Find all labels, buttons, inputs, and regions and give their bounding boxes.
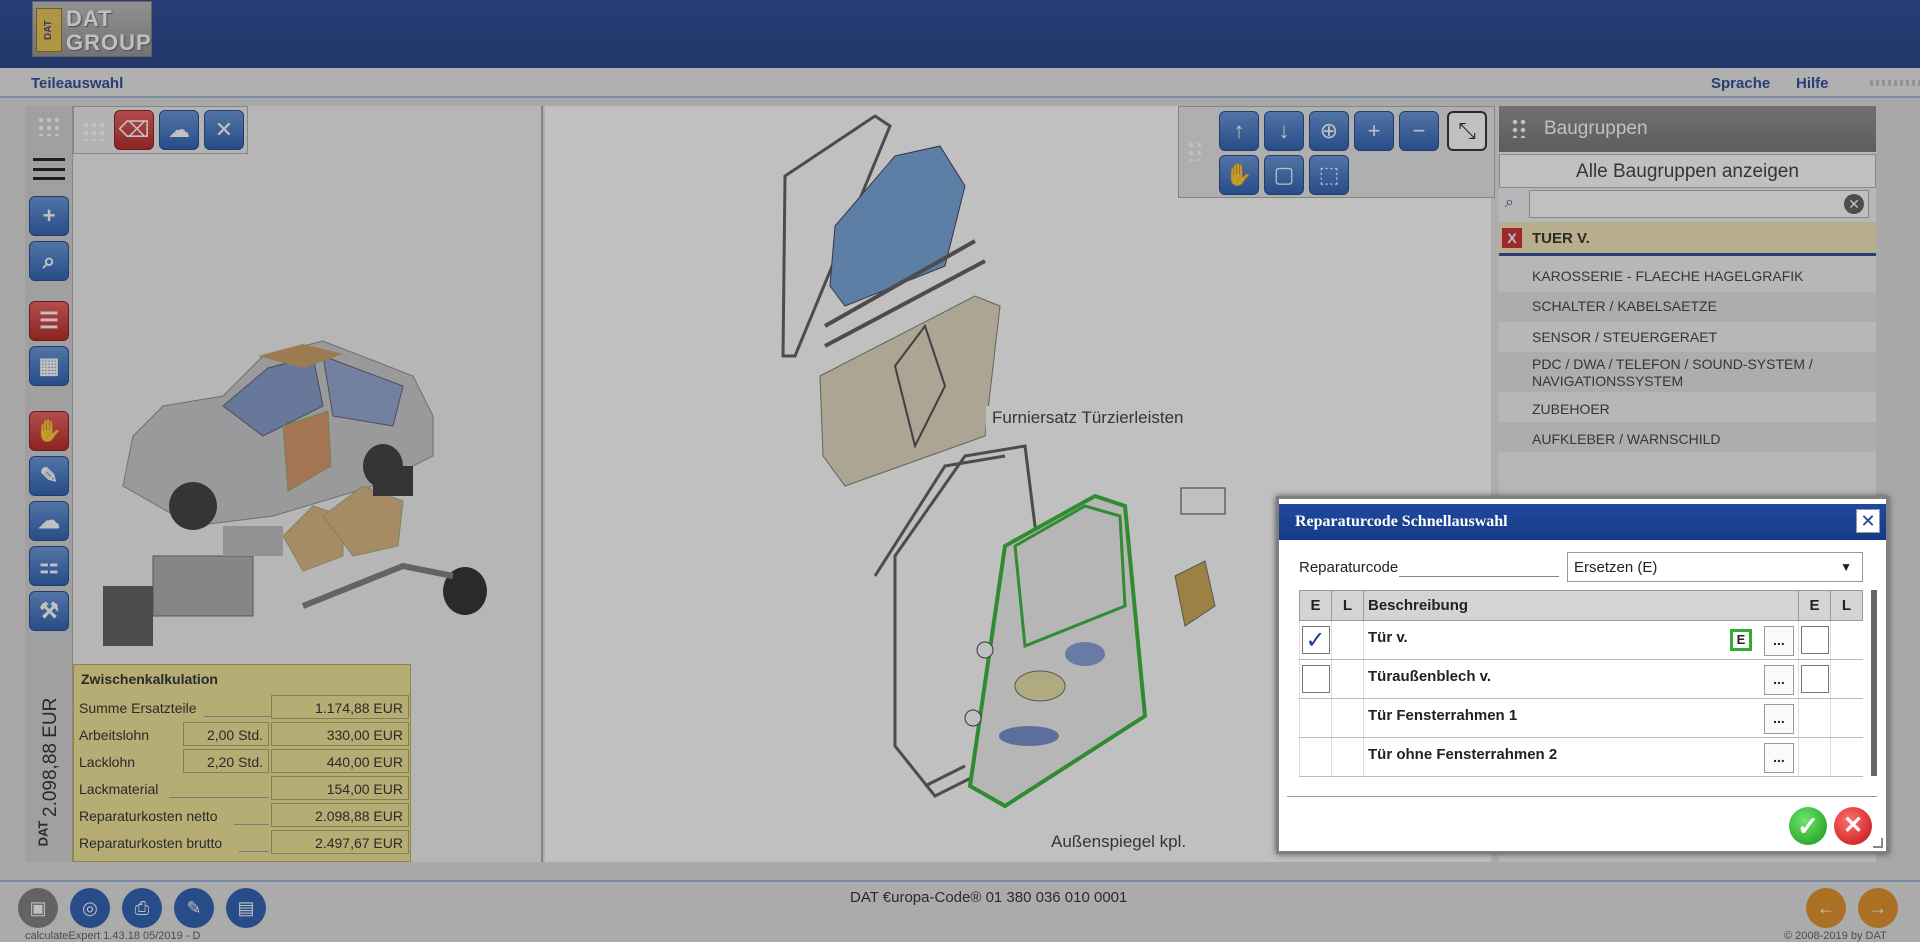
table-row: Türaußenblech v....	[1299, 659, 1863, 699]
repair-code-value: Ersetzen (E)	[1574, 559, 1658, 576]
col-l2: L	[1830, 590, 1863, 621]
dialog-close-button[interactable]: ✕	[1856, 509, 1880, 533]
repair-code-dialog: Reparaturcode Schnellauswahl ✕ Reparatur…	[1276, 496, 1889, 854]
more-options-button[interactable]: ...	[1764, 704, 1794, 734]
more-options-button[interactable]: ...	[1764, 626, 1794, 656]
row-description: Tür ohne Fensterrahmen 2	[1368, 746, 1558, 763]
repair-code-select[interactable]: Ersetzen (E) ▼	[1567, 552, 1863, 582]
dialog-header: Reparaturcode Schnellauswahl ✕	[1279, 504, 1886, 540]
col-l: L	[1331, 590, 1364, 621]
dropdown-arrow-icon: ▼	[1840, 560, 1852, 574]
repair-code-line	[1399, 576, 1559, 577]
more-options-button[interactable]: ...	[1764, 743, 1794, 773]
paint-cell[interactable]	[1331, 659, 1364, 699]
replace-cell-right[interactable]	[1798, 698, 1831, 738]
more-options-button[interactable]: ...	[1764, 665, 1794, 695]
row-description: Tür Fensterrahmen 1	[1368, 707, 1518, 724]
dialog-scrollbar[interactable]	[1871, 590, 1877, 776]
repair-parts-table: E L Beschreibung E L ✓ Tür v. E... Türauß…	[1299, 590, 1863, 777]
replace-checkbox-right[interactable]	[1800, 665, 1829, 693]
paint-cell[interactable]	[1331, 698, 1364, 738]
row-description: Türaußenblech v.	[1368, 668, 1492, 685]
col-e2: E	[1798, 590, 1831, 621]
repair-code-label: Reparaturcode	[1299, 559, 1399, 576]
paint-cell-right[interactable]	[1830, 620, 1863, 660]
table-row: Tür Fensterrahmen 1...	[1299, 698, 1863, 738]
cancel-button[interactable]: ✕	[1834, 807, 1872, 845]
table-header: E L Beschreibung E L	[1299, 590, 1863, 621]
col-description: Beschreibung	[1363, 590, 1799, 621]
replace-cell[interactable]	[1299, 698, 1332, 738]
table-row: Tür ohne Fensterrahmen 2...	[1299, 737, 1863, 777]
replace-checkbox-right[interactable]	[1800, 626, 1829, 654]
e-badge[interactable]: E	[1730, 629, 1752, 651]
replace-checkbox[interactable]: ✓	[1301, 626, 1330, 654]
dialog-title: Reparaturcode Schnellauswahl	[1295, 513, 1508, 530]
paint-cell-right[interactable]	[1830, 737, 1863, 777]
resize-handle-icon[interactable]	[1873, 838, 1883, 848]
paint-cell-right[interactable]	[1830, 698, 1863, 738]
dialog-separator	[1287, 796, 1877, 797]
col-e: E	[1299, 590, 1332, 621]
paint-cell[interactable]	[1331, 620, 1364, 660]
confirm-button[interactable]: ✓	[1789, 807, 1827, 845]
paint-cell-right[interactable]	[1830, 659, 1863, 699]
replace-checkbox[interactable]	[1301, 665, 1330, 693]
replace-cell[interactable]	[1299, 737, 1332, 777]
row-description: Tür v.	[1368, 629, 1408, 646]
table-row: ✓ Tür v. E...	[1299, 620, 1863, 660]
paint-cell[interactable]	[1331, 737, 1364, 777]
replace-cell-right[interactable]	[1798, 737, 1831, 777]
